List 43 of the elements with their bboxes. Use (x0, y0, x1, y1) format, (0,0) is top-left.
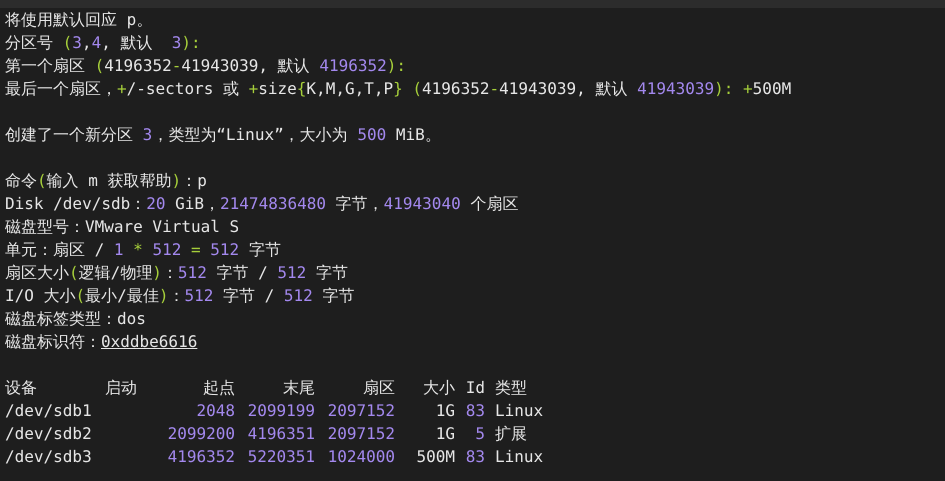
table-cell: 4196351 (248, 424, 315, 443)
table-cell: 2048 (196, 401, 235, 420)
terminal-line: 将使用默认回应 p。 (5, 9, 152, 31)
table-cell: 1G (436, 401, 455, 420)
table-cell: 扩展 (495, 424, 527, 443)
terminal-line: Disk /dev/sdb：20 GiB，21474836480 字节，41943040 个扇区 (5, 193, 518, 215)
table-cell: 5 (475, 424, 485, 443)
table-cell: 83 (466, 401, 485, 420)
table-cell: 2099200 (168, 424, 235, 443)
table-cell: /dev/sdb2 (5, 424, 92, 443)
table-cell: 2099199 (248, 401, 315, 420)
terminal-line: 命令(输入 m 获取帮助)：p (5, 170, 207, 192)
column-header: 大小 (423, 378, 455, 397)
column-header: 设备 (5, 378, 37, 397)
table-cell: /dev/sdb3 (5, 447, 92, 466)
terminal-line: 第一个扇区 (4196352-41943039, 默认 4196352): (5, 55, 406, 77)
terminal-line: 扇区大小(逻辑/物理)：512 字节 / 512 字节 (5, 262, 348, 284)
table-cell: 500M (416, 447, 455, 466)
table-cell: 2097152 (328, 424, 395, 443)
table-cell: 2097152 (328, 401, 395, 420)
terminal-line: 磁盘型号：VMware Virtual S (5, 216, 240, 238)
column-header: 起点 (203, 378, 235, 397)
terminal-line: I/O 大小(最小/最佳)：512 字节 / 512 字节 (5, 285, 354, 307)
table-cell: 1G (436, 424, 455, 443)
table-cell: /dev/sdb1 (5, 401, 92, 420)
table-cell: 1024000 (328, 447, 395, 466)
column-header: 类型 (495, 378, 527, 397)
terminal-text: 磁盘标识符： (5, 331, 101, 353)
table-cell: 5220351 (248, 447, 315, 466)
table-cell: 4196352 (168, 447, 235, 466)
column-header: 末尾 (283, 378, 315, 397)
column-header: Id (466, 378, 485, 397)
column-header: 扇区 (363, 378, 395, 397)
table-cell: Linux (495, 447, 544, 466)
table-cell: 83 (466, 447, 485, 466)
table-cell: Linux (495, 401, 544, 420)
terminal-line: 单元：扇区 / 1 * 512 = 512 字节 (5, 239, 281, 261)
column-header: 启动 (105, 378, 137, 397)
terminal-line: 最后一个扇区，+/-sectors 或 +size{K,M,G,T,P} (4196352-41943039, 默认 41943039): +500M (5, 78, 792, 100)
terminal-line: 磁盘标签类型：dos (5, 308, 146, 330)
terminal-line: 创建了一个新分区 3，类型为“Linux”，大小为 500 MiB。 (5, 124, 441, 146)
disk-id-link[interactable]: 0xddbe6616 (101, 330, 198, 353)
terminal-line: 分区号 (3,4, 默认 3): (5, 32, 201, 54)
